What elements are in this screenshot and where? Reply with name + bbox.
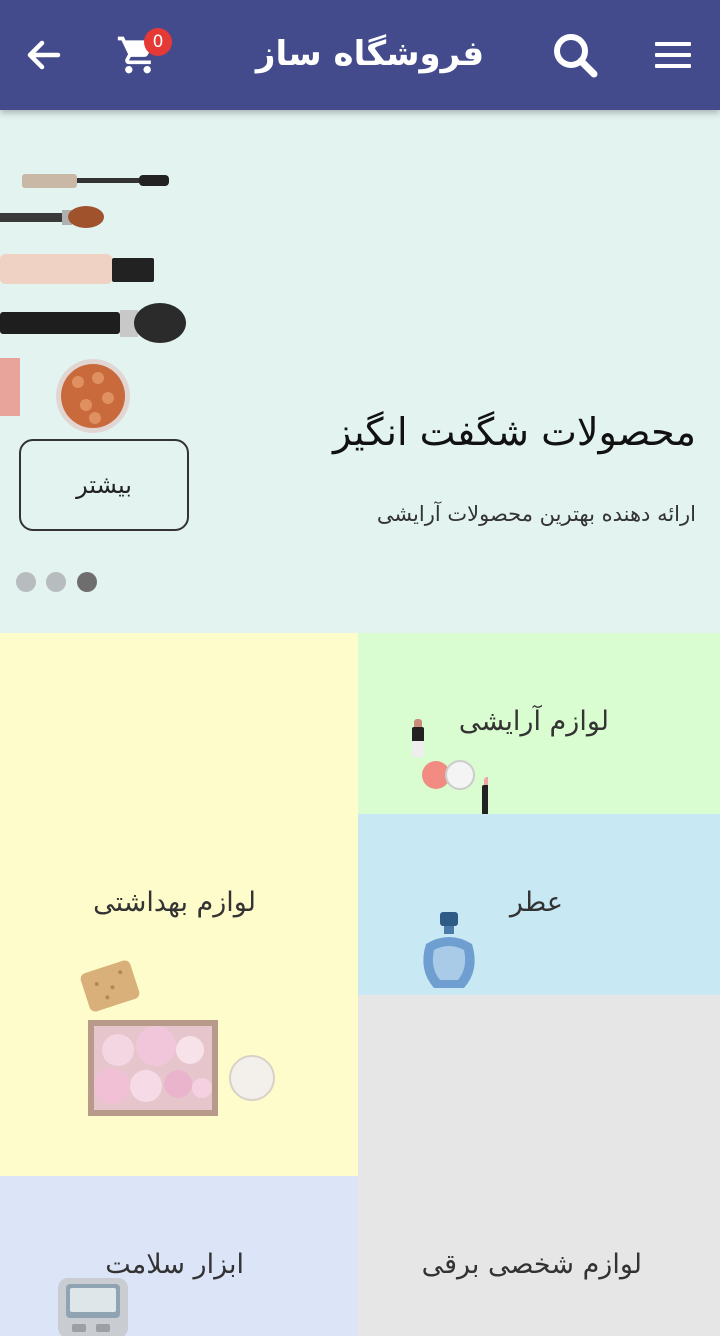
hero-banner[interactable]: محصولات شگفت انگیز ارائه دهنده بهترین مح… bbox=[0, 110, 720, 633]
category-health-tools[interactable]: ابزار سلامت bbox=[0, 1176, 358, 1336]
cart-count-badge: 0 bbox=[144, 28, 172, 56]
carousel-dot-active[interactable] bbox=[77, 572, 97, 592]
carousel-dot[interactable] bbox=[16, 572, 36, 592]
menu-button[interactable] bbox=[645, 27, 701, 83]
category-toiletries[interactable]: لوازم بهداشتی bbox=[0, 633, 358, 1176]
category-label: لوازم شخصی برقی bbox=[421, 1249, 642, 1280]
search-icon bbox=[554, 34, 598, 78]
carousel-dot[interactable] bbox=[46, 572, 66, 592]
app-title: فروشگاه ساز bbox=[255, 34, 485, 74]
category-perfume[interactable]: عطر bbox=[358, 814, 720, 995]
perfume-bottle-icon bbox=[423, 912, 475, 988]
back-button[interactable] bbox=[16, 27, 72, 83]
search-button[interactable] bbox=[547, 27, 603, 83]
more-button[interactable]: بیشتر bbox=[19, 439, 189, 531]
hero-subtitle: ارائه دهنده بهترین محصولات آرایشی bbox=[376, 502, 696, 526]
category-cosmetics[interactable]: لوازم آرایشی bbox=[358, 633, 720, 814]
blood-pressure-monitor-icon bbox=[58, 1278, 128, 1336]
category-personal-electric[interactable]: لوازم شخصی برقی bbox=[358, 995, 720, 1336]
menu-icon bbox=[655, 42, 691, 68]
category-label: عطر bbox=[509, 887, 563, 918]
cosmetics-icon bbox=[412, 719, 488, 814]
app-bar: 0 فروشگاه ساز bbox=[0, 0, 720, 110]
toiletries-icon bbox=[80, 960, 275, 1116]
hero-title: محصولات شگفت انگیز bbox=[333, 410, 696, 454]
category-label: لوازم بهداشتی bbox=[93, 887, 256, 918]
back-arrow-icon bbox=[27, 40, 61, 70]
